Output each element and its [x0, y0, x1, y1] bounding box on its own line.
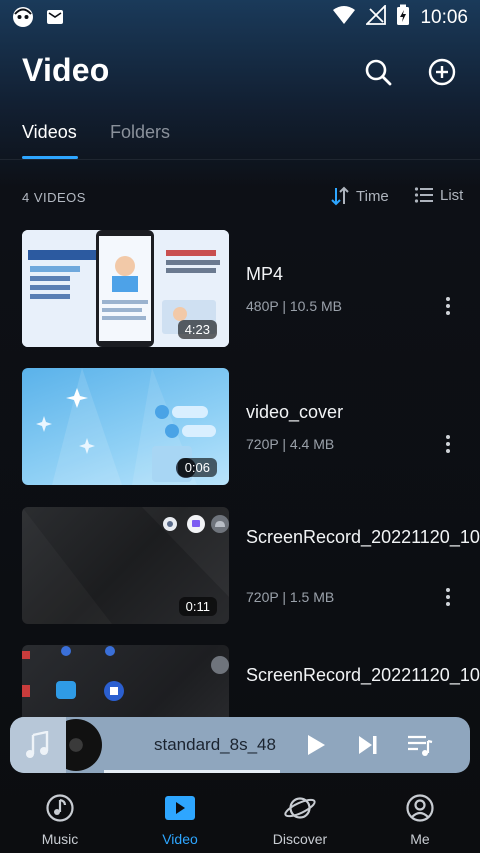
app-avatar-icon: [12, 6, 34, 33]
video-thumbnail: 4:23: [22, 230, 229, 347]
video-item[interactable]: 4:23 MP4 480P | 10.5 MB: [0, 230, 480, 348]
nav-discover-label: Discover: [272, 831, 328, 847]
video-duration: 0:11: [178, 597, 217, 616]
video-title: MP4: [246, 264, 284, 284]
tab-videos[interactable]: Videos: [22, 122, 77, 143]
profile-icon: [403, 791, 437, 825]
video-item[interactable]: 0:06 video_cover 720P | 4.4 MB: [0, 368, 480, 486]
video-title: ScreenRecord_20221120_102045: [246, 527, 480, 547]
app-header: Video: [0, 46, 480, 98]
no-signal-icon: [365, 3, 387, 30]
mini-player[interactable]: standard_8s_48: [10, 717, 470, 773]
video-duration: 4:23: [177, 320, 217, 339]
sort-button[interactable]: Time: [330, 186, 389, 206]
more-dot-icon: [446, 435, 450, 439]
video-title: video_cover: [246, 402, 344, 422]
view-mode-label: List: [440, 186, 464, 204]
video-title: ScreenRecord_20221120_101856: [246, 665, 480, 685]
now-playing-title: standard_8s_48: [154, 735, 276, 754]
nav-me[interactable]: Me: [360, 781, 480, 853]
search-icon: [365, 59, 392, 86]
more-options-button[interactable]: [440, 432, 456, 456]
bottom-navigation: Music Video Discover Me: [0, 781, 480, 853]
add-button[interactable]: [424, 54, 460, 90]
more-dot-icon: [446, 297, 450, 301]
wifi-icon: [332, 5, 356, 30]
planet-icon: [283, 791, 317, 825]
tab-folders[interactable]: Folders: [110, 122, 170, 143]
nav-video-label: Video: [162, 831, 198, 847]
video-meta: 720P | 4.4 MB: [246, 436, 335, 452]
video-thumbnail: 0:11: [22, 507, 229, 624]
more-options-button[interactable]: [440, 585, 456, 609]
view-mode-button[interactable]: List: [414, 186, 463, 204]
play-icon: [308, 735, 325, 755]
album-art: [10, 717, 66, 773]
nav-music[interactable]: Music: [0, 781, 120, 853]
video-item[interactable]: 0:11 ScreenRecord_20221120_102045 720P |…: [0, 507, 480, 625]
page-title: Video: [22, 52, 110, 88]
music-icon: [43, 791, 77, 825]
video-duration: 0:06: [177, 458, 217, 477]
list-toolbar: 4 VIDEOS Time List: [0, 186, 480, 210]
video-play-icon: [163, 791, 197, 825]
nav-music-label: Music: [41, 831, 79, 847]
playlist-button[interactable]: [406, 731, 434, 759]
playback-progress-bar[interactable]: [104, 770, 280, 773]
more-options-button[interactable]: [440, 294, 456, 318]
search-button[interactable]: [360, 54, 396, 90]
play-button[interactable]: [302, 731, 330, 759]
nav-discover[interactable]: Discover: [240, 781, 360, 853]
video-screen: 10:06 Video Videos Folders 4 VIDEOS Time…: [0, 0, 480, 853]
video-meta: 720P | 1.5 MB: [246, 589, 335, 605]
sort-icon: [331, 186, 349, 206]
list-view-icon: [414, 187, 433, 203]
next-track-button[interactable]: [354, 731, 382, 759]
status-bar: 10:06: [0, 0, 480, 34]
video-count: 4 VIDEOS: [22, 190, 86, 205]
battery-charging-icon: [396, 4, 410, 31]
more-dot-icon: [446, 588, 450, 592]
tab-bar: Videos Folders: [0, 118, 480, 160]
active-tab-indicator: [22, 156, 78, 159]
music-note-icon: [26, 731, 49, 758]
clock: 10:06: [420, 6, 468, 28]
message-notification-icon: [46, 8, 64, 31]
sort-label: Time: [356, 187, 389, 205]
nav-video[interactable]: Video: [120, 781, 240, 853]
video-thumbnail: 0:06: [22, 368, 229, 485]
skip-next-icon: [359, 736, 377, 754]
add-icon: [428, 58, 456, 86]
queue-music-icon: [408, 735, 433, 756]
nav-me-label: Me: [410, 831, 430, 847]
video-meta: 480P | 10.5 MB: [246, 298, 342, 314]
